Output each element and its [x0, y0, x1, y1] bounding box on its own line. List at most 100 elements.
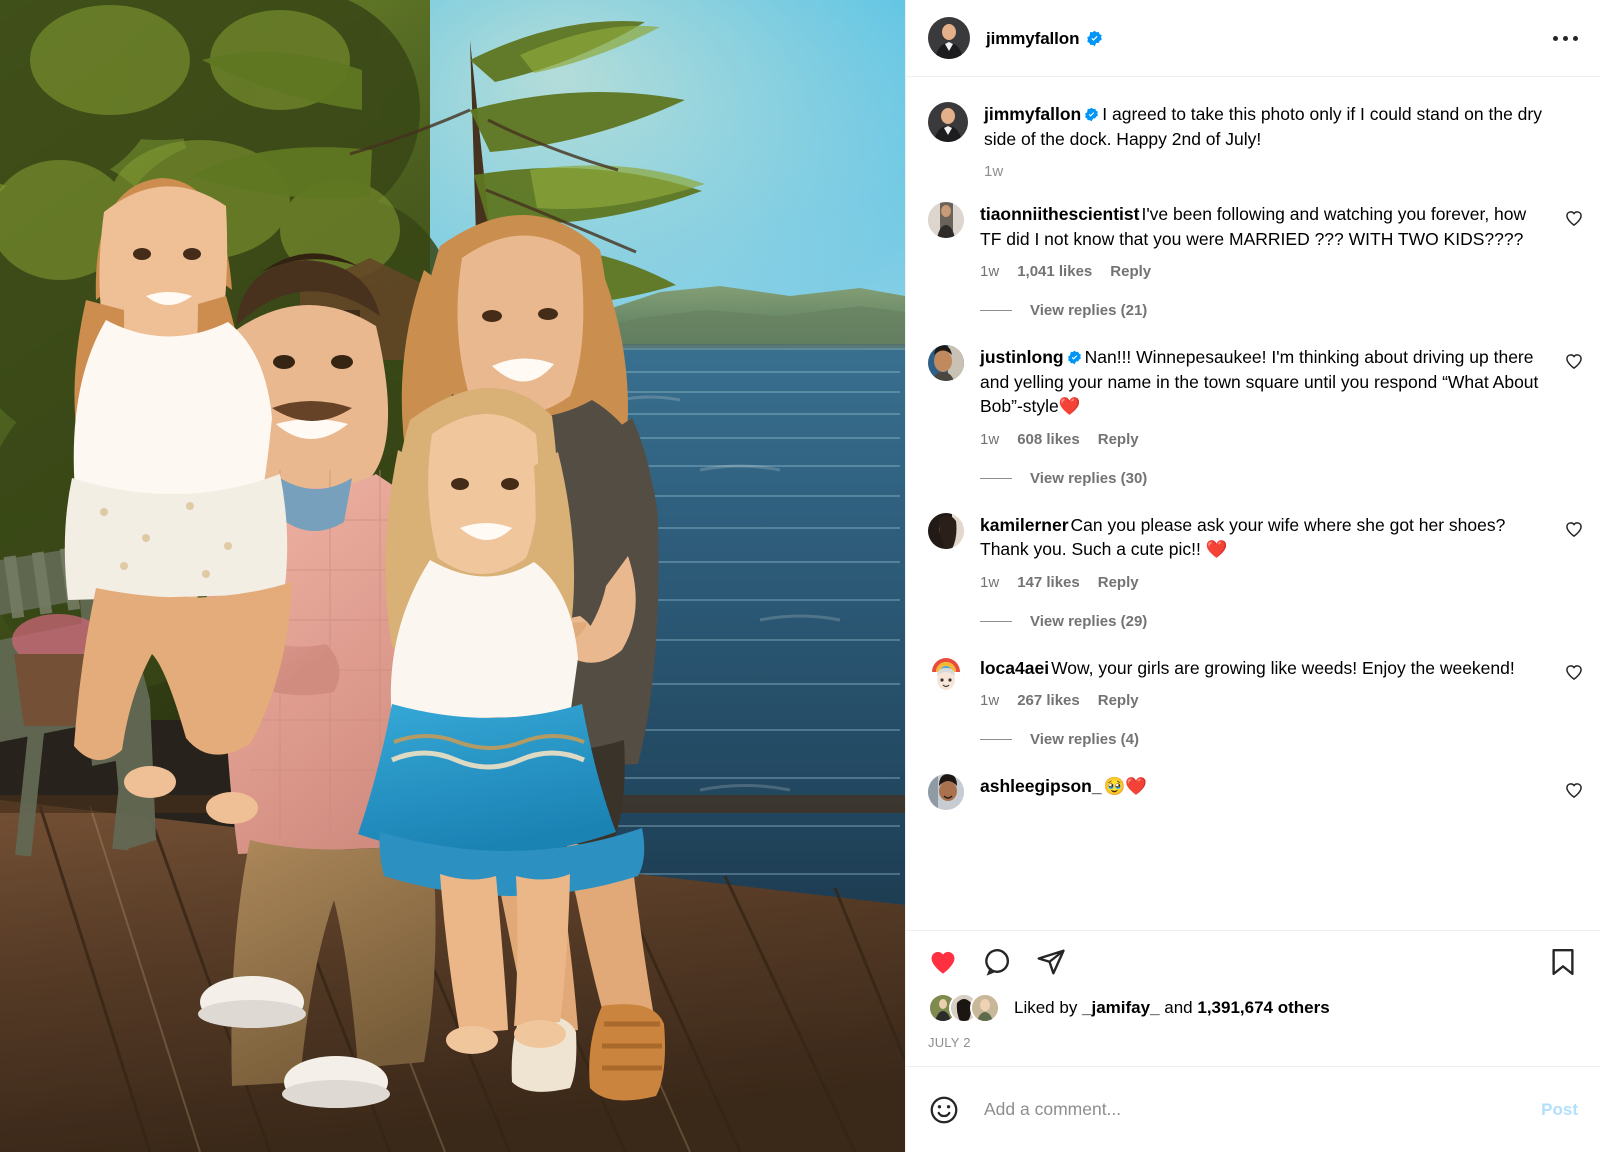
comment-row: ashleegipson_ 🥹❤️ [906, 752, 1600, 810]
comment-time: 1w [980, 573, 1000, 591]
avatar-image [928, 774, 964, 810]
save-button[interactable] [1548, 947, 1578, 977]
comment-username[interactable]: ashleegipson_ [980, 776, 1102, 796]
comment-reply-button[interactable]: Reply [1098, 431, 1139, 448]
view-replies-dash [980, 620, 1012, 622]
comment-likes[interactable]: 267 likes [1017, 692, 1080, 709]
comment-like-icon[interactable] [1564, 780, 1584, 800]
post-photo[interactable] [0, 0, 905, 1152]
comment-meta: 1w 1,041 likes Reply [980, 263, 1548, 280]
liked-by-suffix: others [1273, 998, 1330, 1017]
comment-like-icon[interactable] [1564, 208, 1584, 228]
like-button[interactable] [928, 947, 958, 977]
comments-list[interactable]: jimmyfallon I agreed to take this photo o… [906, 77, 1600, 930]
post-comment-button[interactable]: Post [1541, 1100, 1578, 1120]
comment-meta: 1w 147 likes Reply [980, 574, 1548, 591]
liked-by-facepile [928, 993, 1000, 1023]
comment-likes[interactable]: 608 likes [1017, 431, 1080, 448]
comment-text: kamilerner Can you please ask your wife w… [980, 513, 1548, 562]
comment-like-icon[interactable] [1564, 519, 1584, 539]
caption-username[interactable]: jimmyfallon [984, 104, 1081, 124]
view-replies-dash [980, 477, 1012, 479]
comment-username[interactable]: tiaonniithescientist [980, 204, 1139, 224]
comment-body: loca4aei Wow, your girls are growing like… [980, 656, 1574, 753]
comment-like-icon[interactable] [1564, 662, 1584, 682]
comment-avatar[interactable] [928, 655, 964, 692]
avatar-image [928, 102, 968, 142]
more-dot-2 [1563, 35, 1568, 41]
comment-like-icon[interactable] [1564, 351, 1584, 371]
add-comment-bar: Post [906, 1066, 1600, 1152]
post-actions: Liked by _jamifay_ and 1,391,674 others … [906, 930, 1600, 1066]
add-comment-input[interactable] [982, 1098, 1520, 1121]
comment-text: loca4aei Wow, your girls are growing like… [980, 656, 1548, 681]
instagram-post-view: jimmyfallon jimmyfallon I agreed to take… [0, 0, 1600, 1152]
share-icon [1037, 949, 1065, 975]
comment-time: 1w [980, 692, 1000, 709]
caption-avatar[interactable] [928, 102, 968, 142]
comment-row: kamilerner Can you please ask your wife w… [906, 491, 1600, 634]
avatar-image [928, 202, 964, 238]
comment-username[interactable]: kamilerner [980, 515, 1069, 535]
bookmark-icon [1552, 948, 1574, 976]
comment-row: justinlong Nan!!! Winnepesaukee! I'm thin… [906, 323, 1600, 491]
header-avatar[interactable] [928, 17, 970, 59]
emoji-picker-button[interactable] [928, 1094, 960, 1126]
post-date: JULY 2 [928, 1035, 971, 1050]
comment-likes[interactable]: 147 likes [1017, 574, 1080, 591]
comment-text: tiaonniithescientist I've been following … [980, 202, 1548, 251]
avatar-image [928, 655, 964, 692]
comment-likes[interactable]: 1,041 likes [1017, 263, 1092, 280]
verified-badge-icon [1067, 350, 1081, 365]
comment-body-text: Wow, your girls are growing like weeds! … [1051, 657, 1515, 678]
share-button[interactable] [1036, 947, 1066, 977]
view-replies-label: View replies (21) [1030, 302, 1148, 319]
header-user[interactable]: jimmyfallon [986, 30, 1542, 47]
avatar-image [972, 995, 998, 1021]
comment-meta: 1w 267 likes Reply [980, 692, 1548, 709]
comment-time: 1w [980, 263, 1000, 280]
comment-text: ashleegipson_ 🥹❤️ [980, 774, 1548, 799]
view-replies-label: View replies (30) [1030, 469, 1148, 487]
avatar-image [928, 17, 970, 59]
view-replies-label: View replies (4) [1030, 731, 1139, 748]
comment-body-text: 🥹❤️ [1103, 776, 1148, 796]
caption-text: jimmyfallon I agreed to take this photo o… [984, 102, 1548, 151]
comment-meta: 1w 608 likes Reply [980, 431, 1548, 448]
comment-avatar[interactable] [928, 512, 964, 549]
verified-badge-icon [1085, 107, 1099, 122]
comment-body: tiaonniithescientist I've been following … [980, 202, 1574, 323]
view-replies-button[interactable]: View replies (29) [980, 613, 1548, 630]
action-icon-row [928, 931, 1578, 993]
comment-username[interactable]: loca4aei [980, 658, 1049, 678]
view-replies-label: View replies (29) [1030, 612, 1148, 630]
heart-icon-filled [931, 951, 955, 974]
more-dot-3 [1573, 35, 1578, 41]
liked-by-prefix: Liked by [1014, 998, 1083, 1017]
comment-button[interactable] [982, 947, 1012, 977]
view-replies-button[interactable]: View replies (30) [980, 470, 1548, 487]
comment-body: justinlong Nan!!! Winnepesaukee! I'm thin… [980, 345, 1574, 491]
view-replies-dash [980, 310, 1012, 311]
comment-avatar[interactable] [928, 774, 964, 810]
post-header: jimmyfallon [906, 0, 1600, 77]
caption-time: 1w [984, 163, 1004, 180]
comment-reply-button[interactable]: Reply [1110, 263, 1151, 280]
liked-by-row[interactable]: Liked by _jamifay_ and 1,391,674 others [928, 993, 1578, 1029]
header-username[interactable]: jimmyfallon [986, 30, 1079, 47]
liker-avatar-3 [970, 993, 1000, 1023]
comment-avatar[interactable] [928, 202, 964, 238]
caption-row: jimmyfallon I agreed to take this photo o… [906, 77, 1600, 180]
view-replies-button[interactable]: View replies (21) [980, 302, 1548, 319]
comment-row: loca4aei Wow, your girls are growing like… [906, 634, 1600, 753]
comment-avatar[interactable] [928, 345, 964, 381]
avatar-image [928, 345, 964, 381]
comment-reply-button[interactable]: Reply [1098, 574, 1139, 591]
comment-reply-button[interactable]: Reply [1098, 692, 1139, 709]
comment-username[interactable]: justinlong [980, 347, 1064, 367]
liked-by-username[interactable]: _jamifay_ [1082, 998, 1160, 1017]
caption-body: jimmyfallon I agreed to take this photo o… [984, 102, 1574, 180]
view-replies-button[interactable]: View replies (4) [980, 731, 1548, 748]
avatar-image [928, 512, 964, 549]
more-options-button[interactable] [1542, 25, 1578, 51]
